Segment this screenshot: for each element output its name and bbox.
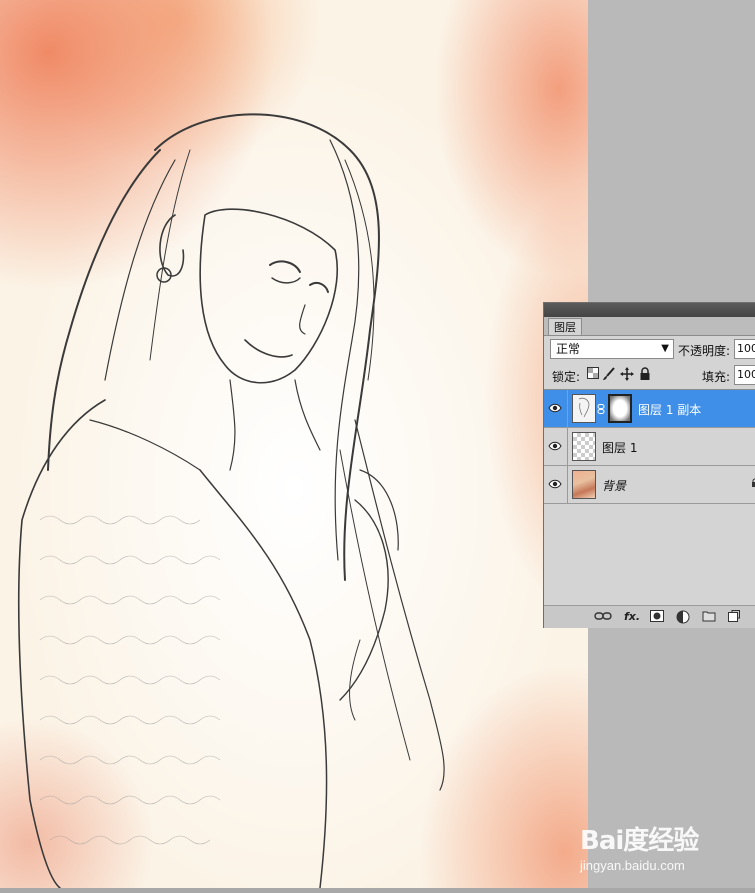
layer-mask-thumbnail[interactable] xyxy=(608,394,632,423)
layer-lock-icon xyxy=(751,478,755,491)
move-arrows-icon[interactable] xyxy=(620,367,634,381)
new-group-icon[interactable] xyxy=(702,610,716,624)
visibility-toggle[interactable] xyxy=(544,466,568,503)
layer-thumbnail-sketch[interactable] xyxy=(572,394,596,423)
fill-field[interactable]: 100 xyxy=(734,365,755,385)
fill-label: 填充: xyxy=(702,370,731,384)
opacity-label: 不透明度: xyxy=(678,344,731,358)
blend-mode-row: 正常 ▼ 不透明度: 100 xyxy=(544,336,755,362)
adjustment-layer-icon[interactable] xyxy=(676,610,690,624)
layer-name: 图层 1 xyxy=(602,441,638,455)
layers-panel[interactable]: 图层 正常 ▼ 不透明度: 100 锁定: 填充: 100 图层 1 副本 图层… xyxy=(543,302,755,628)
blend-mode-value: 正常 xyxy=(556,342,581,356)
document-canvas[interactable] xyxy=(0,0,588,888)
eye-icon xyxy=(548,479,562,489)
new-layer-icon[interactable] xyxy=(728,610,740,624)
layer-row-layer1[interactable]: 图层 1 xyxy=(544,428,755,466)
lock-label: 锁定: xyxy=(552,370,581,384)
layer-row-copy[interactable]: 图层 1 副本 xyxy=(544,390,755,428)
panel-tab-row: 图层 xyxy=(544,317,755,336)
layer-list: 图层 1 副本 图层 1 背景 xyxy=(544,389,755,606)
tab-layers[interactable]: 图层 xyxy=(548,318,582,335)
opacity-field[interactable]: 100 xyxy=(734,339,755,359)
padlock-icon[interactable] xyxy=(638,367,652,381)
watermark-logo: Bai度经验 xyxy=(580,826,699,856)
panel-titlebar[interactable] xyxy=(544,303,755,317)
layer-thumbnail-transparent[interactable] xyxy=(572,432,596,461)
brush-icon[interactable] xyxy=(602,367,616,381)
lock-row: 锁定: 填充: 100 xyxy=(544,363,755,387)
layer-name: 图层 1 副本 xyxy=(638,403,702,417)
checker-square-icon[interactable] xyxy=(586,367,600,381)
baidu-jingyan-watermark: Bai度经验 jingyan.baidu.com xyxy=(580,820,750,880)
watermark-url: jingyan.baidu.com xyxy=(580,858,685,873)
eye-icon xyxy=(548,403,562,413)
pencil-sketch-portrait xyxy=(17,113,445,888)
layers-panel-footer: fx. xyxy=(544,605,755,628)
canvas-bottom-edge xyxy=(0,888,755,893)
blend-mode-dropdown[interactable]: 正常 ▼ xyxy=(550,339,674,359)
visibility-toggle[interactable] xyxy=(544,428,568,465)
link-layers-icon[interactable] xyxy=(594,610,612,624)
fx-icon[interactable]: fx. xyxy=(624,610,640,624)
layer-thumbnail-photo[interactable] xyxy=(572,470,596,499)
add-mask-icon[interactable] xyxy=(650,610,664,624)
layer-row-background[interactable]: 背景 xyxy=(544,466,755,504)
visibility-toggle[interactable] xyxy=(544,390,568,427)
eye-icon xyxy=(548,441,562,451)
layer-name: 背景 xyxy=(602,479,627,493)
chain-link-icon[interactable] xyxy=(597,404,605,414)
chevron-down-icon: ▼ xyxy=(661,343,669,354)
